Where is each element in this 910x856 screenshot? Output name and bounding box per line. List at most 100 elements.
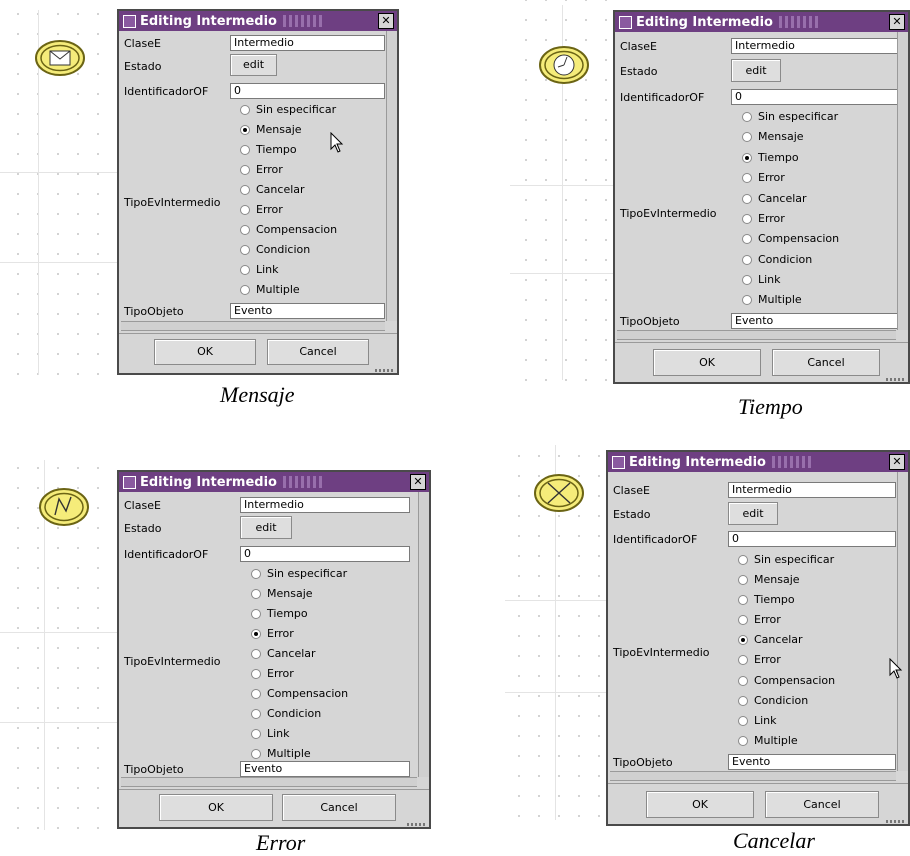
- radio-option[interactable]: Tiempo: [240, 143, 297, 156]
- radio-button[interactable]: [738, 715, 748, 726]
- radio-option[interactable]: Mensaje: [738, 573, 800, 586]
- radio-option[interactable]: Link: [738, 714, 777, 727]
- clasee-field[interactable]: Intermedio: [731, 38, 899, 54]
- radio-button[interactable]: [738, 634, 748, 645]
- radio-button[interactable]: [240, 224, 250, 235]
- radio-button[interactable]: [742, 233, 752, 244]
- radio-option[interactable]: Error: [251, 627, 294, 640]
- radio-button[interactable]: [240, 264, 250, 275]
- radio-option[interactable]: Multiple: [742, 293, 802, 306]
- radio-option[interactable]: Cancelar: [738, 633, 803, 646]
- radio-button[interactable]: [251, 728, 261, 739]
- radio-option[interactable]: Tiempo: [742, 151, 799, 164]
- radio-option[interactable]: Cancelar: [251, 647, 316, 660]
- radio-option[interactable]: Link: [742, 273, 781, 286]
- clasee-field[interactable]: Intermedio: [230, 35, 385, 51]
- radio-button[interactable]: [738, 614, 748, 625]
- dialog-titlebar[interactable]: Editing Intermedio ✕: [119, 11, 397, 31]
- radio-button[interactable]: [742, 111, 752, 122]
- tipoobjeto-field[interactable]: Evento: [230, 303, 385, 319]
- tipoobjeto-field[interactable]: Evento: [728, 754, 896, 770]
- dialog-titlebar[interactable]: Editing Intermedio ✕: [615, 12, 908, 32]
- identificador-field[interactable]: 0: [728, 531, 896, 547]
- radio-option[interactable]: Mensaje: [240, 123, 302, 136]
- cancel-button[interactable]: Cancel: [772, 349, 880, 376]
- radio-button[interactable]: [240, 244, 250, 255]
- radio-option[interactable]: Multiple: [240, 283, 300, 296]
- clasee-field[interactable]: Intermedio: [240, 497, 410, 513]
- radio-option[interactable]: Compensacion: [251, 687, 348, 700]
- radio-option[interactable]: Condicion: [742, 253, 812, 266]
- estado-edit-button[interactable]: edit: [731, 59, 781, 82]
- cancel-x-icon[interactable]: [533, 472, 585, 514]
- close-icon[interactable]: ✕: [889, 14, 905, 30]
- radio-button[interactable]: [742, 131, 752, 142]
- radio-option[interactable]: Compensacion: [738, 674, 835, 687]
- radio-option[interactable]: Multiple: [738, 734, 798, 747]
- resize-grip[interactable]: [886, 378, 906, 381]
- radio-option[interactable]: Sin especificar: [738, 553, 834, 566]
- estado-edit-button[interactable]: edit: [230, 54, 277, 76]
- horizontal-scrollbar[interactable]: [121, 777, 417, 787]
- radio-option[interactable]: Tiempo: [251, 607, 308, 620]
- radio-option[interactable]: Cancelar: [742, 192, 807, 205]
- identificador-field[interactable]: 0: [230, 83, 385, 99]
- radio-button[interactable]: [742, 254, 752, 265]
- radio-button[interactable]: [738, 554, 748, 565]
- radio-option[interactable]: Condicion: [738, 694, 808, 707]
- horizontal-scrollbar[interactable]: [121, 321, 385, 331]
- ok-button[interactable]: OK: [159, 794, 273, 821]
- radio-button[interactable]: [738, 574, 748, 585]
- radio-button[interactable]: [240, 144, 250, 155]
- radio-option[interactable]: Link: [251, 727, 290, 740]
- radio-button[interactable]: [251, 668, 261, 679]
- vertical-scrollbar[interactable]: [386, 31, 397, 321]
- radio-option[interactable]: Error: [240, 163, 283, 176]
- radio-option[interactable]: Compensacion: [742, 232, 839, 245]
- radio-option[interactable]: Error: [251, 667, 294, 680]
- identificador-field[interactable]: 0: [240, 546, 410, 562]
- radio-button[interactable]: [251, 628, 261, 639]
- close-icon[interactable]: ✕: [378, 13, 394, 29]
- ok-button[interactable]: OK: [653, 349, 761, 376]
- vertical-scrollbar[interactable]: [897, 32, 908, 330]
- radio-button[interactable]: [742, 152, 752, 163]
- radio-option[interactable]: Sin especificar: [240, 103, 336, 116]
- radio-option[interactable]: Mensaje: [251, 587, 313, 600]
- vertical-scrollbar[interactable]: [418, 492, 429, 777]
- radio-button[interactable]: [742, 274, 752, 285]
- radio-button[interactable]: [742, 172, 752, 183]
- radio-option[interactable]: Sin especificar: [251, 567, 347, 580]
- radio-button[interactable]: [240, 104, 250, 115]
- radio-button[interactable]: [240, 164, 250, 175]
- radio-button[interactable]: [738, 654, 748, 665]
- radio-option[interactable]: Error: [738, 653, 781, 666]
- horizontal-scrollbar[interactable]: [610, 771, 896, 781]
- radio-button[interactable]: [251, 568, 261, 579]
- cancel-button[interactable]: Cancel: [267, 339, 369, 365]
- dialog-titlebar[interactable]: Editing Intermedio ✕: [119, 472, 429, 492]
- radio-option[interactable]: Mensaje: [742, 130, 804, 143]
- vertical-scrollbar[interactable]: [897, 472, 908, 771]
- tipoobjeto-field[interactable]: Evento: [731, 313, 899, 329]
- cancel-button[interactable]: Cancel: [765, 791, 879, 818]
- radio-button[interactable]: [240, 284, 250, 295]
- radio-button[interactable]: [251, 688, 261, 699]
- horizontal-scrollbar[interactable]: [617, 330, 896, 340]
- radio-option[interactable]: Error: [240, 203, 283, 216]
- ok-button[interactable]: OK: [646, 791, 754, 818]
- radio-option[interactable]: Multiple: [251, 747, 311, 760]
- resize-grip[interactable]: [375, 369, 395, 372]
- radio-button[interactable]: [738, 594, 748, 605]
- resize-grip[interactable]: [886, 820, 906, 823]
- lightning-icon[interactable]: [38, 486, 90, 528]
- clasee-field[interactable]: Intermedio: [728, 482, 896, 498]
- radio-button[interactable]: [738, 695, 748, 706]
- radio-button[interactable]: [738, 675, 748, 686]
- radio-option[interactable]: Tiempo: [738, 593, 795, 606]
- dialog-titlebar[interactable]: Editing Intermedio ✕: [608, 452, 908, 472]
- window-menu-icon[interactable]: [619, 15, 632, 29]
- radio-option[interactable]: Link: [240, 263, 279, 276]
- radio-button[interactable]: [742, 193, 752, 204]
- envelope-icon[interactable]: [34, 38, 86, 78]
